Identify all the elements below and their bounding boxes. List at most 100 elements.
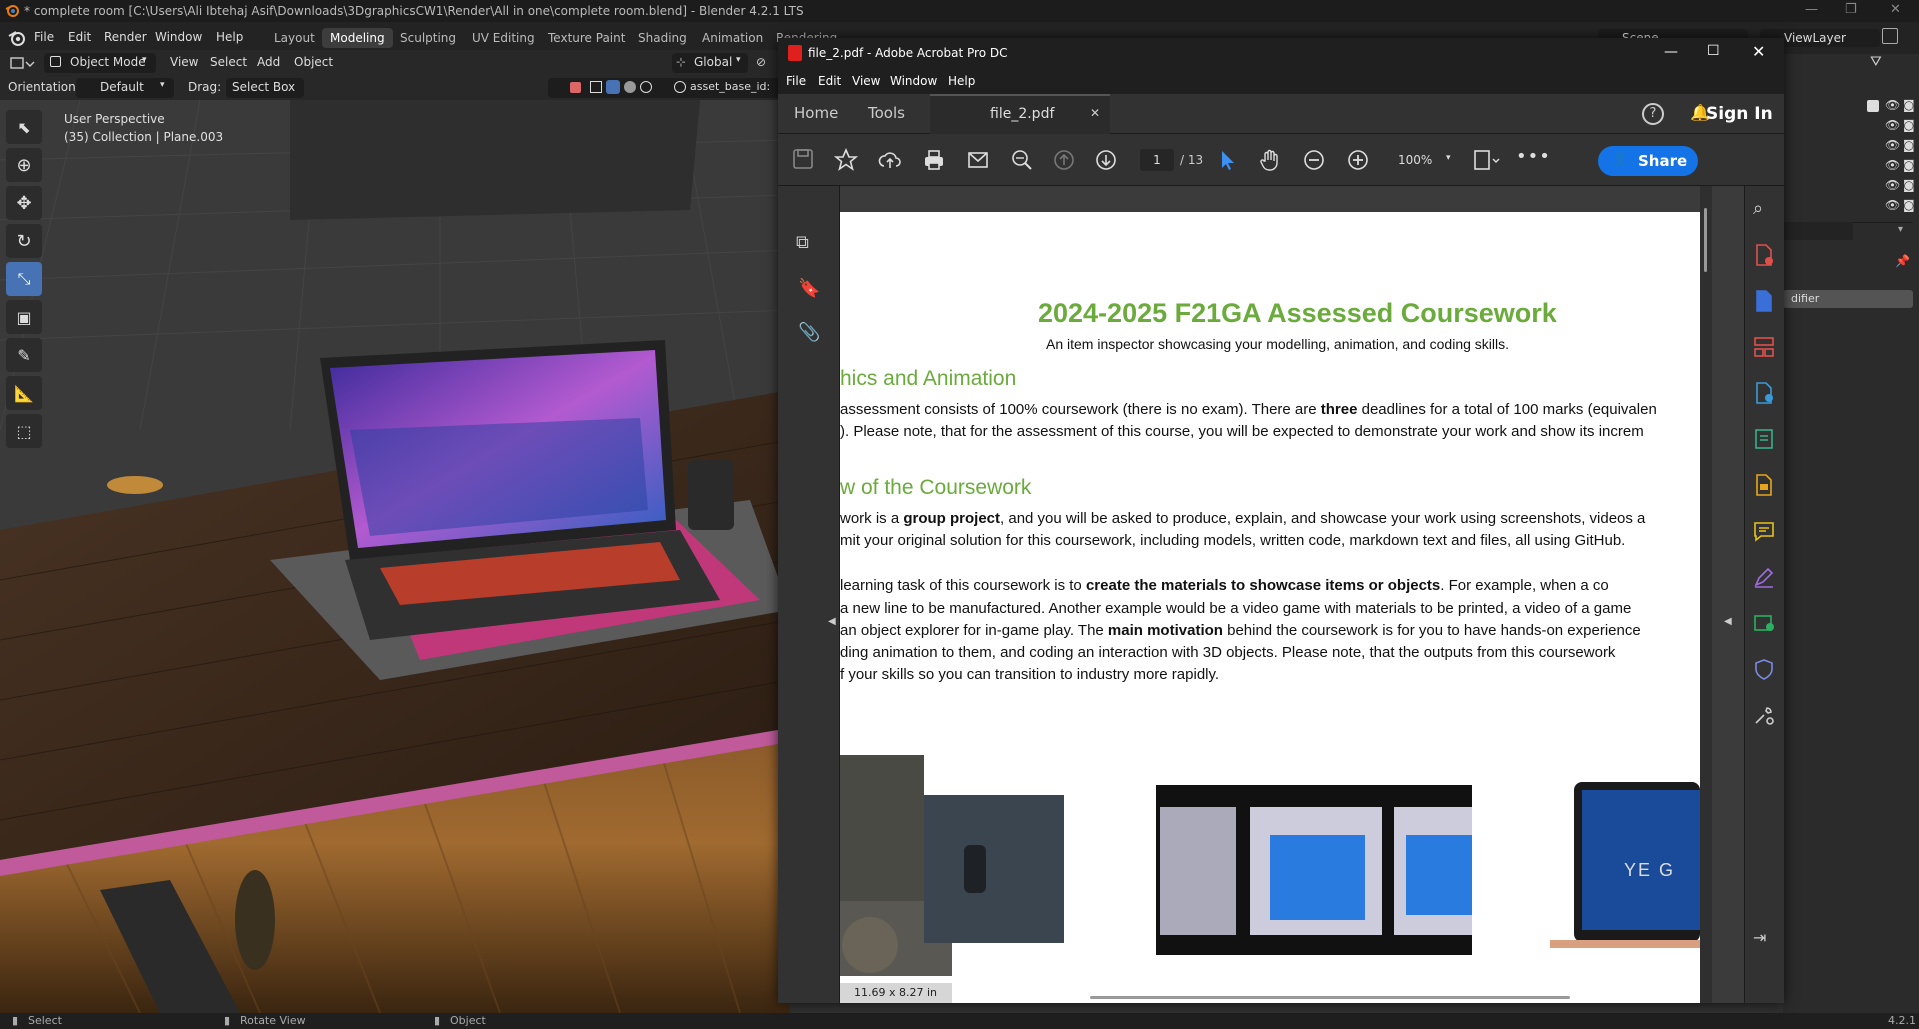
compress-pdf-icon[interactable]	[1753, 428, 1777, 452]
select-box-tool[interactable]: ⬉	[6, 110, 42, 144]
tab-home[interactable]: Home	[794, 104, 838, 122]
document-view[interactable]: 2024-2025 F21GA Assessed Coursework An i…	[840, 186, 1744, 1003]
viewport-shading-group[interactable]: asset_base_id:	[548, 78, 784, 98]
previous-page-icon[interactable]	[1052, 148, 1076, 172]
comment-icon[interactable]	[1753, 520, 1777, 544]
eye-icon[interactable]: 👁	[1885, 158, 1900, 172]
zoom-out-icon[interactable]	[1302, 148, 1326, 172]
menu-help[interactable]: Help	[216, 30, 243, 44]
tab-texture-paint[interactable]: Texture Paint	[540, 28, 633, 48]
overlay-icon[interactable]	[570, 82, 581, 93]
properties-field[interactable]	[1783, 222, 1853, 240]
share-button[interactable]: 👤 Share	[1598, 146, 1698, 176]
help-icon[interactable]: ?	[1642, 103, 1664, 125]
vertical-scrollbar[interactable]	[1700, 186, 1712, 1003]
more-icon[interactable]: •••	[1516, 146, 1551, 167]
annotate-tool[interactable]: ✎	[6, 338, 42, 372]
menu-view[interactable]: View	[170, 55, 198, 69]
filter-icon[interactable]: ⛛	[1870, 54, 1882, 70]
outliner-row[interactable]: 👁 ◙	[1783, 158, 1919, 178]
editor-type-icon[interactable]	[10, 55, 36, 71]
orientation-dropdown[interactable]: Default ▾	[76, 78, 174, 98]
tab-shading[interactable]: Shading	[630, 28, 695, 48]
transform-orientation-dropdown[interactable]: ⊹ Global ▾	[672, 53, 748, 73]
expand-left-panel-icon[interactable]: ◀	[828, 616, 836, 627]
minimize-icon[interactable]: —	[1805, 2, 1818, 17]
eye-icon[interactable]: 👁	[1885, 138, 1900, 152]
minimize-icon[interactable]: —	[1664, 44, 1678, 60]
eye-icon[interactable]: 👁	[1885, 118, 1900, 132]
3d-viewport[interactable]	[0, 100, 790, 1013]
camera-icon[interactable]: ◙	[1903, 98, 1915, 112]
close-icon[interactable]: ✕	[1890, 2, 1901, 17]
menu-help[interactable]: Help	[948, 74, 975, 88]
outliner-row[interactable]: 👁 ◙	[1783, 198, 1919, 218]
menu-window[interactable]: Window	[155, 30, 202, 44]
new-view-layer-icon[interactable]	[1882, 28, 1898, 44]
next-page-icon[interactable]	[1094, 148, 1118, 172]
select-cursor-icon[interactable]	[1216, 148, 1240, 172]
eye-icon[interactable]: 👁	[1885, 198, 1900, 212]
transform-tool[interactable]: ▣	[6, 300, 42, 334]
tab-layout[interactable]: Layout	[266, 28, 323, 48]
material-preview-icon[interactable]	[624, 81, 636, 93]
solid-shading-icon[interactable]	[606, 80, 620, 94]
chevron-down-icon[interactable]: ▾	[1898, 224, 1903, 235]
add-cube-tool[interactable]: ⬚	[6, 414, 42, 448]
close-icon[interactable]: ✕	[1752, 42, 1765, 61]
eye-icon[interactable]: 👁	[1885, 98, 1900, 112]
horizontal-scrollbar-thumb[interactable]	[1090, 996, 1570, 999]
save-icon[interactable]	[792, 148, 816, 172]
zoom-search-icon[interactable]: ⌕	[1753, 198, 1777, 222]
outliner-row[interactable]: 👁 ◙	[1783, 98, 1919, 118]
bookmark-star-icon[interactable]	[834, 148, 858, 172]
scan-pdf-icon[interactable]	[1753, 474, 1777, 498]
outliner-row[interactable]: 👁 ◙	[1783, 138, 1919, 158]
maximize-icon[interactable]: ☐	[1707, 43, 1720, 59]
menu-select[interactable]: Select	[210, 55, 247, 69]
camera-icon[interactable]: ◙	[1903, 118, 1915, 132]
upload-cloud-icon[interactable]	[878, 148, 902, 172]
maximize-icon[interactable]: ❐	[1845, 2, 1857, 17]
print-icon[interactable]	[922, 148, 946, 172]
bookmarks-icon[interactable]: 🔖	[798, 278, 820, 299]
organize-pages-icon[interactable]	[1753, 336, 1777, 360]
page-number-input[interactable]: 1	[1140, 149, 1174, 171]
sign-in-button[interactable]: Sign In	[1706, 104, 1773, 124]
email-icon[interactable]	[966, 148, 990, 172]
pin-icon[interactable]: 📌	[1895, 254, 1910, 268]
edit-pdf-icon[interactable]	[1753, 382, 1777, 406]
tab-modeling[interactable]: Modeling	[322, 28, 393, 48]
page-thumbnails-icon[interactable]: ⧉	[796, 232, 809, 253]
scrollbar-thumb[interactable]	[1704, 208, 1707, 272]
tab-document[interactable]: file_2.pdf ✕	[930, 94, 1110, 134]
scale-tool[interactable]: ⤡	[6, 262, 42, 296]
mode-dropdown[interactable]: Object Mode ▾	[44, 53, 156, 73]
close-tab-icon[interactable]: ✕	[1090, 106, 1100, 120]
tab-animation[interactable]: Animation	[694, 28, 771, 48]
page-layout-icon[interactable]	[1472, 148, 1500, 172]
outliner-row[interactable]: 👁 ◙	[1783, 178, 1919, 198]
menu-render[interactable]: Render	[104, 30, 147, 44]
drag-dropdown[interactable]: Select Box	[226, 78, 304, 98]
camera-icon[interactable]: ◙	[1903, 158, 1915, 172]
outliner-row[interactable]: 👁 ◙	[1783, 118, 1919, 138]
add-modifier-button[interactable]: difier	[1783, 290, 1913, 308]
more-tools-icon[interactable]	[1753, 704, 1777, 728]
tab-tools[interactable]: Tools	[868, 104, 905, 122]
export-pdf-icon[interactable]	[1753, 290, 1777, 314]
camera-icon[interactable]: ◙	[1903, 198, 1915, 212]
tab-sculpting[interactable]: Sculpting	[392, 28, 464, 48]
measure-tool[interactable]: 📐	[6, 376, 42, 410]
hand-tool-icon[interactable]	[1258, 148, 1282, 172]
expand-right-panel-icon[interactable]: ◀	[1724, 616, 1732, 627]
menu-edit[interactable]: Edit	[818, 74, 841, 88]
zoom-in-icon[interactable]	[1346, 148, 1370, 172]
menu-object[interactable]: Object	[294, 55, 333, 69]
move-tool[interactable]: ✥	[6, 186, 42, 220]
menu-window[interactable]: Window	[890, 74, 937, 88]
menu-edit[interactable]: Edit	[68, 30, 91, 44]
blender-menu-logo-icon[interactable]	[8, 29, 26, 47]
camera-icon[interactable]: ◙	[1903, 178, 1915, 192]
request-signature-icon[interactable]	[1753, 612, 1777, 636]
